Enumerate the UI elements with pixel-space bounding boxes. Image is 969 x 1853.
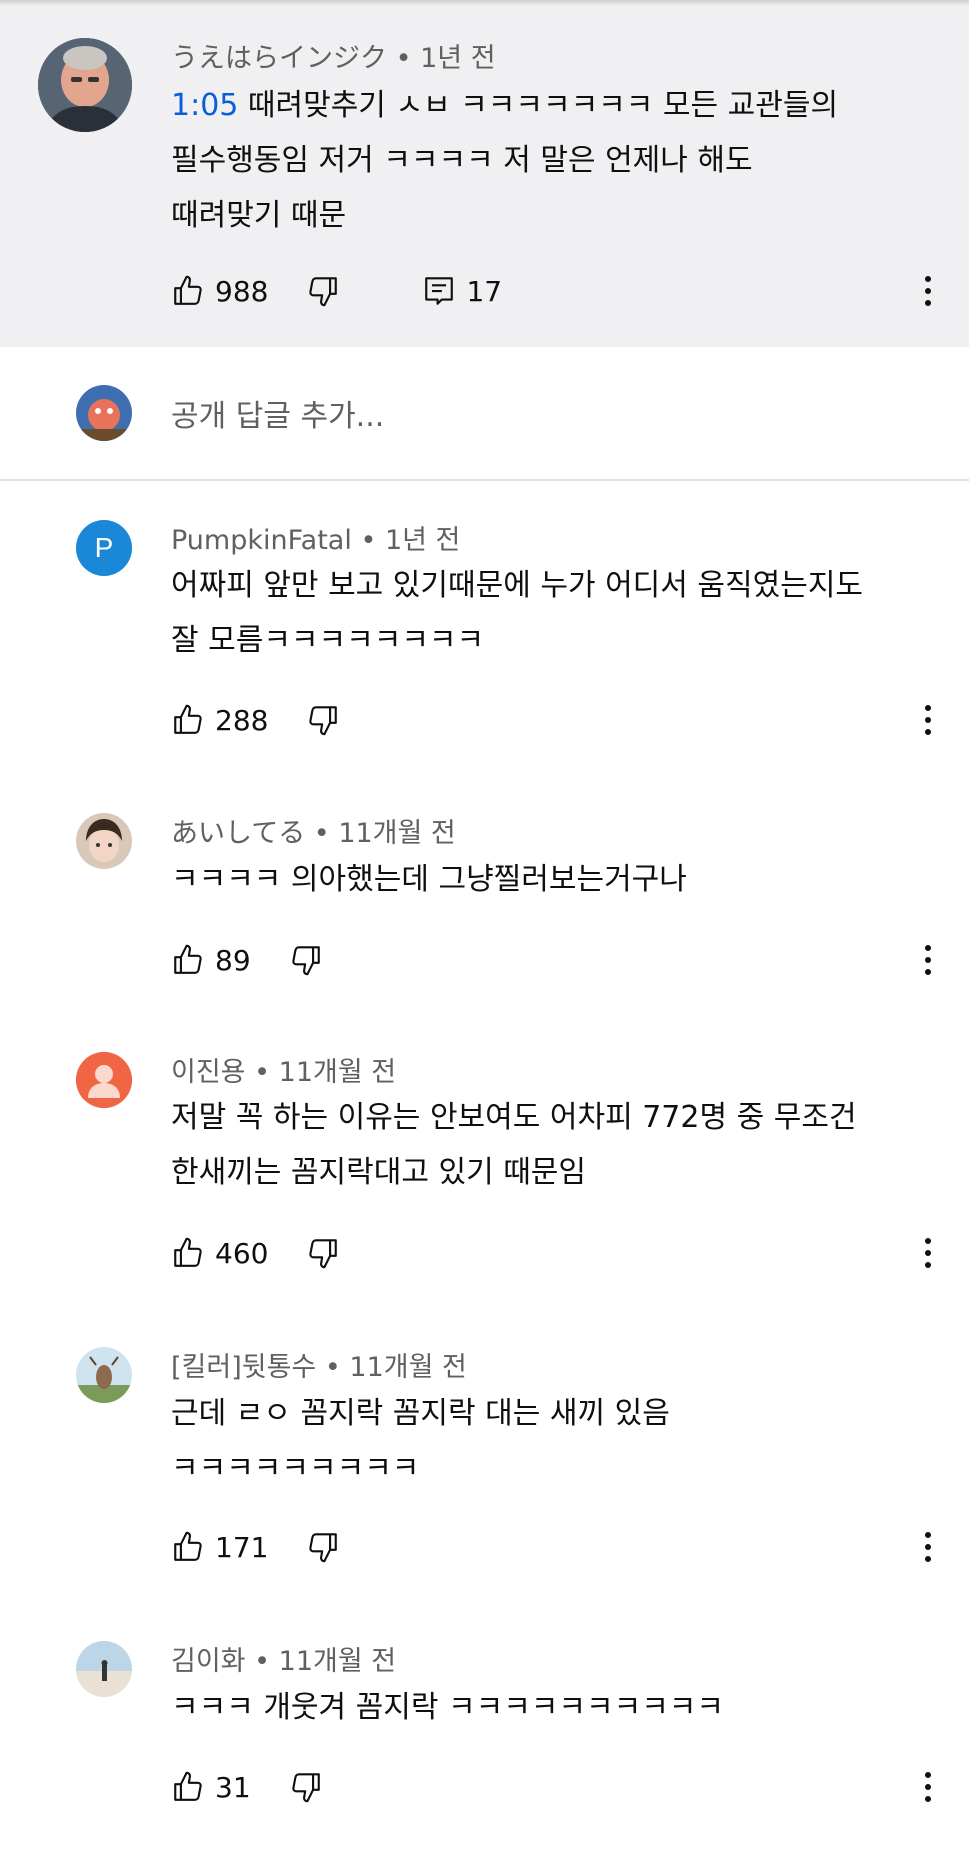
reply-text-line: 잘 모름ㅋㅋㅋㅋㅋㅋㅋㅋ	[171, 623, 485, 658]
more-vert-icon[interactable]	[918, 1767, 938, 1807]
thumbs-up-icon[interactable]	[171, 1770, 205, 1804]
reply-text-line: 저말 꼭 하는 이유는 안보여도 어차피 772명 중 무조건	[171, 1100, 857, 1135]
reply-avatar[interactable]	[76, 1347, 132, 1403]
reply-actions: 460	[171, 1233, 340, 1273]
reply-author[interactable]: 이진용	[171, 1057, 246, 1088]
more-vert-icon[interactable]	[918, 940, 938, 980]
like-count: 460	[215, 1236, 269, 1270]
like-count: 171	[215, 1530, 269, 1564]
comment-text-line: 때려맞기 때문	[171, 198, 347, 233]
reply-avatar[interactable]	[76, 1641, 132, 1697]
reply-icon[interactable]	[422, 274, 456, 308]
more-vert-icon[interactable]	[918, 1233, 938, 1273]
reply-text-line: ㅋㅋㅋ 개웃겨 꼼지락 ㅋㅋㅋㅋㅋㅋㅋㅋㅋㅋ	[171, 1690, 725, 1725]
reply-meta: [킬러]뒷통수 • 11개월 전	[171, 1345, 467, 1384]
reply-text-line: 한새끼는 꼼지락대고 있기 때문임	[171, 1155, 587, 1190]
reply-age[interactable]: 1년 전	[385, 525, 460, 556]
reply-text: ㅋㅋㅋㅋ 의아했는데 그냥찔러보는거구나	[171, 852, 931, 907]
thumbs-up-icon[interactable]	[171, 1236, 205, 1270]
comment-text: 1:05 때려맞추기 ㅅㅂ ㅋㅋㅋㅋㅋㅋㅋ 모든 교관들의 필수행동임 저거 ㅋ…	[171, 78, 931, 243]
reply-author[interactable]: PumpkinFatal	[171, 525, 352, 556]
reply-meta: 김이화 • 11개월 전	[171, 1639, 396, 1678]
like-count: 988	[215, 274, 269, 308]
reply-meta: あいしてる • 11개월 전	[171, 811, 456, 850]
reply-avatar[interactable]: P	[76, 520, 132, 576]
add-reply-input[interactable]: 공개 답글 추가...	[171, 391, 384, 435]
meta-separator: •	[254, 1646, 279, 1677]
comment-author[interactable]: うえはらインジク	[171, 43, 387, 74]
like-count: 31	[215, 1770, 251, 1804]
thumbs-down-icon[interactable]	[306, 1236, 340, 1270]
comment-meta: うえはらインジク • 1년 전	[171, 36, 496, 75]
reply-text: 어짜피 앞만 보고 있기때문에 누가 어디서 움직였는지도 잘 모름ㅋㅋㅋㅋㅋㅋ…	[171, 558, 931, 668]
avatar-letter: P	[94, 532, 114, 563]
reply-count[interactable]: 17	[466, 275, 502, 308]
thumbs-down-icon[interactable]	[306, 1530, 340, 1564]
reply-author[interactable]: [킬러]뒷통수	[171, 1352, 316, 1383]
meta-separator: •	[324, 1352, 350, 1383]
user-avatar	[76, 385, 132, 441]
meta-separator: •	[254, 1057, 279, 1088]
comment-actions: 988 17	[171, 271, 502, 311]
meta-separator: •	[360, 525, 385, 556]
reply-actions: 89	[171, 940, 323, 980]
reply-avatar[interactable]	[76, 813, 132, 869]
top-shadow	[0, 0, 969, 6]
reply-age[interactable]: 11개월 전	[338, 818, 455, 849]
comment-text-line: 필수행동임 저거 ㅋㅋㅋㅋ 저 말은 언제나 해도	[171, 143, 753, 178]
comment-text-line: 1:05 때려맞추기 ㅅㅂ ㅋㅋㅋㅋㅋㅋㅋ 모든 교관들의	[171, 78, 931, 133]
thumbs-down-icon[interactable]	[306, 274, 340, 308]
reply-text-line: ㅋㅋㅋㅋㅋㅋㅋㅋㅋ	[171, 1451, 420, 1486]
reply-meta: 이진용 • 11개월 전	[171, 1050, 396, 1089]
reply-author[interactable]: あいしてる	[171, 818, 305, 849]
highlighted-comment: うえはらインジク • 1년 전 1:05 때려맞추기 ㅅㅂ ㅋㅋㅋㅋㅋㅋㅋ 모든…	[0, 0, 969, 347]
reply-text: 근데 ㄹㅇ 꼼지락 꼼지락 대는 새끼 있음 ㅋㅋㅋㅋㅋㅋㅋㅋㅋ	[171, 1386, 931, 1496]
meta-separator: •	[313, 818, 339, 849]
thumbs-up-icon[interactable]	[171, 943, 205, 977]
thumbs-down-icon[interactable]	[306, 703, 340, 737]
like-count: 288	[215, 703, 269, 737]
thumbs-up-icon[interactable]	[171, 274, 205, 308]
reply-text-line: 근데 ㄹㅇ 꼼지락 꼼지락 대는 새끼 있음	[171, 1396, 670, 1431]
reply-age[interactable]: 11개월 전	[279, 1057, 396, 1088]
reply-actions: 288	[171, 700, 340, 740]
reply-text-line: ㅋㅋㅋㅋ 의아했는데 그냥찔러보는거구나	[171, 862, 687, 897]
reply-age[interactable]: 11개월 전	[279, 1646, 396, 1677]
reply-text-line: 어짜피 앞만 보고 있기때문에 누가 어디서 움직였는지도	[171, 568, 864, 603]
more-vert-icon[interactable]	[918, 271, 938, 311]
meta-separator: •	[395, 43, 421, 74]
thumbs-down-icon[interactable]	[289, 1770, 323, 1804]
reply-avatar[interactable]	[76, 1052, 132, 1108]
add-reply-row: 공개 답글 추가...	[0, 347, 969, 481]
comment-text-segment: 때려맞추기 ㅅㅂ ㅋㅋㅋㅋㅋㅋㅋ 모든 교관들의	[238, 88, 839, 123]
thumbs-up-icon[interactable]	[171, 703, 205, 737]
more-vert-icon[interactable]	[918, 1527, 938, 1567]
author-avatar[interactable]	[38, 38, 132, 132]
like-count: 89	[215, 943, 251, 977]
comment-age[interactable]: 1년 전	[420, 43, 495, 74]
reply-actions: 171	[171, 1527, 340, 1567]
reply-text: ㅋㅋㅋ 개웃겨 꼼지락 ㅋㅋㅋㅋㅋㅋㅋㅋㅋㅋ	[171, 1680, 931, 1735]
more-vert-icon[interactable]	[918, 700, 938, 740]
reply-text: 저말 꼭 하는 이유는 안보여도 어차피 772명 중 무조건 한새끼는 꼼지락…	[171, 1090, 931, 1200]
reply-age[interactable]: 11개월 전	[349, 1352, 466, 1383]
timestamp-link[interactable]: 1:05	[171, 88, 238, 123]
reply-author[interactable]: 김이화	[171, 1646, 246, 1677]
thumbs-up-icon[interactable]	[171, 1530, 205, 1564]
reply-actions: 31	[171, 1767, 323, 1807]
reply-meta: PumpkinFatal • 1년 전	[171, 518, 460, 557]
thumbs-down-icon[interactable]	[289, 943, 323, 977]
